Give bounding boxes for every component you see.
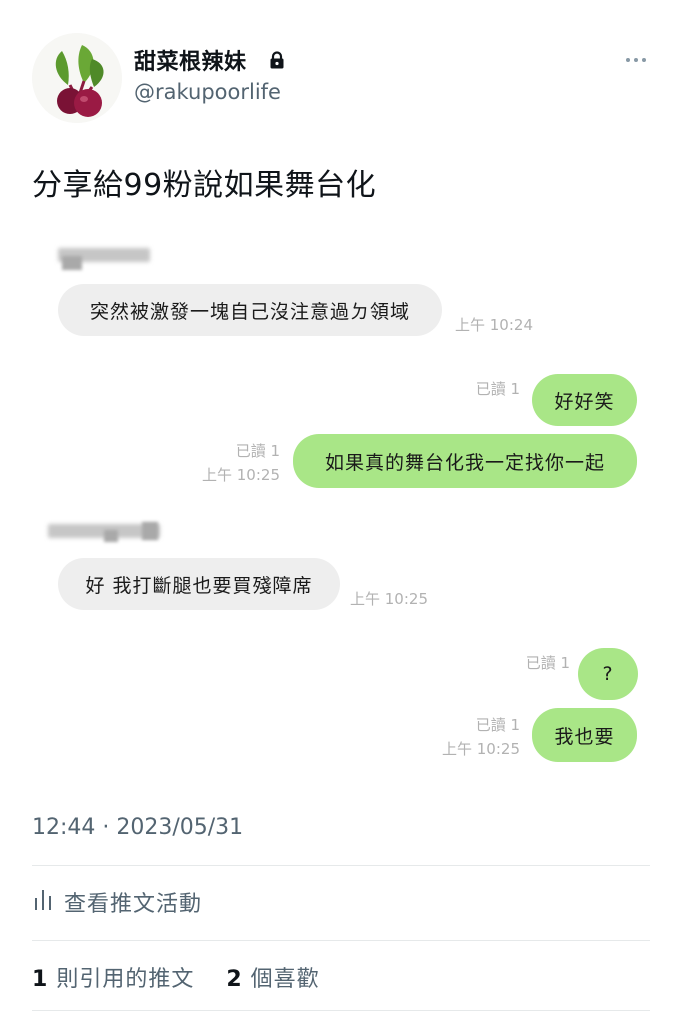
- beetroot-icon: [32, 33, 122, 123]
- lock-icon: [270, 51, 284, 69]
- divider: [32, 1010, 650, 1011]
- quote-count: 1: [32, 967, 49, 992]
- blurred-avatar: [104, 530, 118, 542]
- engagement-stats: 1 則引用的推文 2 個喜歡: [32, 961, 320, 993]
- quote-label: 則引用的推文: [56, 967, 195, 992]
- blurred-avatar: [62, 256, 82, 270]
- tweet-text: 分享給99粉說如果舞台化: [32, 168, 377, 203]
- read-receipt: 已讀 1: [525, 654, 570, 672]
- read-receipt: 已讀 1: [475, 380, 520, 398]
- blurred-avatar: [142, 522, 158, 540]
- like-label: 個喜歡: [250, 967, 320, 992]
- view-tweet-activity-link[interactable]: 查看推文活動: [64, 886, 202, 918]
- read-receipt: 已讀 1: [475, 716, 520, 734]
- like-count: 2: [226, 967, 243, 992]
- more-options-icon[interactable]: [624, 52, 648, 68]
- chat-bubble-outgoing: 如果真的舞台化我一定找你一起: [293, 434, 637, 488]
- message-time: 上午 10:25: [202, 466, 280, 484]
- chat-bubble-incoming: 好 我打斷腿也要買殘障席: [58, 558, 340, 610]
- chat-bubble-outgoing: 好好笑: [532, 374, 637, 426]
- chat-screenshot[interactable]: 突然被激發一塊自己沒注意過ㄉ領域 上午 10:24 已讀 1 好好笑 已讀 1 …: [0, 230, 682, 790]
- chat-bubble-outgoing: ?: [578, 648, 638, 700]
- handle[interactable]: @rakupoorlife: [134, 80, 281, 104]
- quote-tweets-link[interactable]: 1 則引用的推文: [32, 967, 194, 992]
- avatar[interactable]: [32, 33, 122, 123]
- message-time: 上午 10:25: [442, 740, 520, 758]
- divider: [32, 940, 650, 941]
- chat-bubble-outgoing: 我也要: [532, 708, 637, 762]
- analytics-icon[interactable]: [34, 886, 52, 912]
- chat-bubble-incoming: 突然被激發一塊自己沒注意過ㄉ領域: [58, 284, 442, 336]
- divider: [32, 865, 650, 866]
- likes-link[interactable]: 2 個喜歡: [226, 967, 319, 992]
- read-receipt: 已讀 1: [235, 442, 280, 460]
- display-name[interactable]: 甜菜根辣妹: [134, 44, 247, 76]
- tweet-timestamp[interactable]: 12:44 · 2023/05/31: [32, 815, 243, 840]
- message-time: 上午 10:24: [455, 316, 533, 334]
- message-time: 上午 10:25: [350, 590, 428, 608]
